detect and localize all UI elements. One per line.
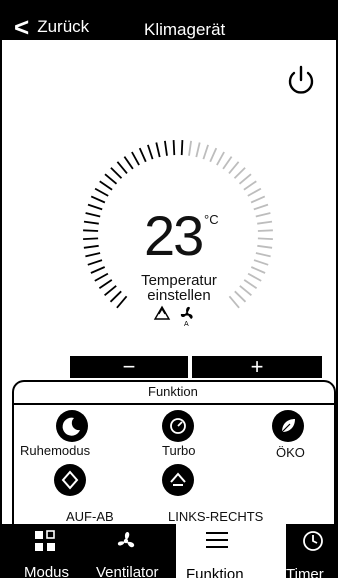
chevron-left-icon: < [14, 12, 30, 42]
grid-icon [34, 530, 56, 557]
function-turbo-button[interactable]: Turbo [160, 410, 204, 460]
nav-item-modus[interactable]: Modus [0, 524, 84, 578]
dial-tick [180, 140, 184, 156]
recycle-icon [153, 305, 171, 320]
minus-icon: − [122, 354, 136, 379]
power-icon [288, 65, 314, 94]
temperature-label: Temperatur einstellen [120, 273, 238, 303]
function-panel-title: Funktion [148, 384, 198, 399]
temperature-increase-button[interactable]: + [192, 354, 322, 379]
nav-item-funktion[interactable]: Funktion [176, 524, 286, 578]
function-label: Turbo [162, 443, 196, 458]
dial-tick [87, 259, 103, 266]
back-button[interactable]: < Zurück [14, 14, 89, 40]
dial-tick [257, 229, 273, 232]
dial-tick [257, 244, 273, 249]
function-label: LINKS-RECHTS [168, 509, 264, 524]
temperature-decrease-button[interactable]: − [70, 354, 188, 379]
nav-label: Ventilator [96, 564, 159, 578]
dial-tick [83, 244, 99, 249]
moon-icon [56, 410, 88, 442]
dial-tick [83, 237, 99, 240]
swing-vertical-icon [54, 464, 86, 496]
menu-icon [206, 532, 228, 553]
dial-tick [85, 212, 101, 218]
back-label: Zurück [37, 17, 90, 36]
dial-tick [243, 180, 257, 191]
mode-indicators: A [153, 304, 201, 328]
fan-icon [114, 529, 138, 558]
function-label: AUF-AB [66, 509, 114, 524]
function-label: ÖKO [276, 445, 305, 460]
dial-tick [131, 151, 140, 166]
dial-tick [202, 144, 209, 160]
dial-tick [87, 203, 103, 211]
power-button[interactable] [284, 64, 318, 98]
svg-text:A: A [184, 321, 189, 328]
dial-tick [123, 156, 134, 170]
dial-tick [104, 285, 117, 296]
dial-tick [255, 212, 271, 218]
function-oeko-button[interactable]: ÖKO [270, 410, 310, 462]
dial-tick [239, 285, 252, 296]
gauge-icon [162, 410, 194, 442]
dial-tick [247, 187, 262, 197]
plus-icon: + [250, 354, 264, 379]
dial-tick [228, 161, 240, 174]
dial-tick [172, 140, 176, 156]
temperature-value: 23 [144, 204, 204, 267]
dial-tick [255, 252, 271, 258]
function-ruhemodus-button[interactable]: Ruhemodus [20, 410, 100, 460]
dial-tick [243, 279, 258, 290]
dial-tick [250, 266, 266, 274]
dial-tick [164, 140, 168, 156]
dial-tick [90, 195, 106, 204]
dial-tick [257, 220, 273, 225]
leaf-icon [272, 410, 304, 442]
dial-tick [138, 147, 147, 163]
dial-tick [83, 220, 99, 225]
dial-tick [222, 156, 233, 170]
dial-tick [104, 173, 118, 185]
dial-tick [238, 173, 252, 185]
nav-label: Timer [286, 566, 324, 578]
fan-auto-icon: A [180, 306, 193, 328]
dial-tick [85, 252, 101, 258]
function-panel-divider [12, 403, 336, 405]
dial-tick [116, 161, 128, 174]
dial-tick [83, 229, 99, 232]
dial-tick [90, 266, 106, 274]
swing-horizontal-icon [162, 464, 194, 496]
nav-label: Funktion [186, 566, 244, 578]
temperature-label-line1: Temperatur [141, 272, 217, 289]
dial-tick [250, 195, 266, 204]
dial-tick [216, 151, 225, 166]
page-title: Klimagerät [144, 20, 226, 39]
dial-tick [253, 203, 269, 211]
dial-tick [195, 142, 201, 158]
top-bar: < Zurück Klimagerät [0, 0, 338, 40]
dial-tick [233, 167, 246, 179]
nav-item-ventilator[interactable]: Ventilator [84, 524, 176, 578]
temperature-label-line2: einstellen [147, 287, 211, 304]
dial-tick [155, 142, 161, 158]
dial-tick [98, 279, 113, 290]
function-label: Ruhemodus [20, 443, 91, 458]
nav-label: Modus [24, 564, 70, 578]
dial-tick [94, 272, 109, 282]
dial-tick [209, 147, 218, 163]
function-auf-ab-button[interactable]: AUF-AB [54, 464, 124, 524]
dial-tick [110, 167, 123, 179]
clock-icon [302, 530, 324, 557]
nav-item-timer[interactable]: Timer [286, 524, 338, 578]
dial-tick [147, 144, 154, 160]
function-links-rechts-button[interactable]: LINKS-RECHTS [160, 464, 270, 524]
dial-tick [247, 272, 262, 282]
dial-tick [257, 237, 273, 240]
dial-tick [253, 259, 269, 266]
dial-tick [99, 180, 113, 191]
temperature-unit: °C [204, 212, 219, 227]
dial-tick [188, 140, 192, 156]
dial-tick [94, 187, 109, 197]
